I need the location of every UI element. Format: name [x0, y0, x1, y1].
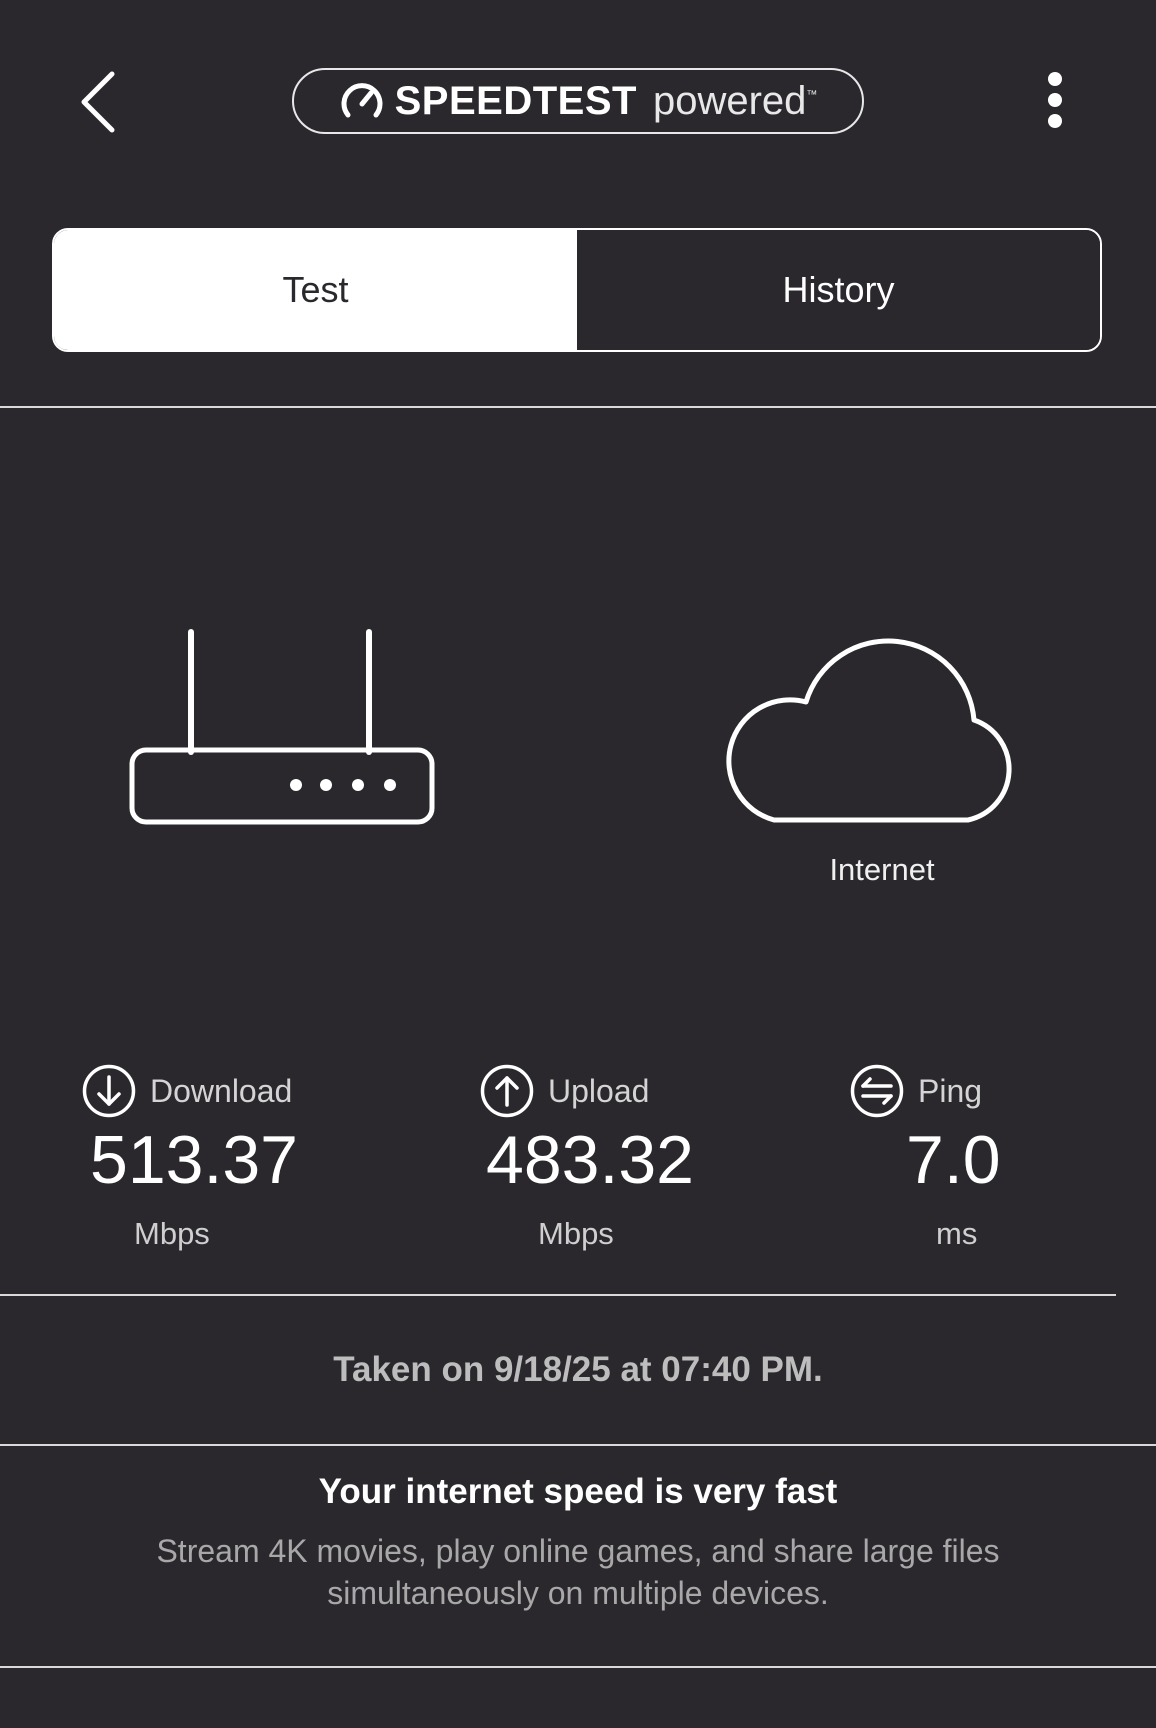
internet-label: Internet — [829, 852, 935, 887]
ping-icon — [850, 1064, 904, 1118]
brand-subtitle: powered™ — [653, 79, 817, 124]
chevron-left-icon — [72, 68, 128, 136]
more-vertical-icon-dot-1 — [1048, 72, 1062, 86]
upload-header: Upload — [480, 1064, 649, 1118]
ping-label: Ping — [918, 1072, 983, 1109]
tab-test[interactable]: Test — [54, 230, 577, 350]
ping-unit: ms — [936, 1216, 978, 1251]
upload-unit: Mbps — [538, 1216, 614, 1251]
speed-verdict-description: Stream 4K movies, play online games, and… — [156, 1533, 1000, 1611]
download-unit: Mbps — [134, 1216, 210, 1251]
download-label: Download — [150, 1072, 293, 1109]
tab-switcher: Test History — [52, 228, 1102, 352]
speed-gauge-icon — [339, 78, 385, 124]
ping-value: 7.0 — [906, 1122, 1001, 1198]
upload-label: Upload — [548, 1072, 650, 1109]
brand-sub-text: powered — [652, 78, 807, 123]
download-header: Download — [82, 1064, 292, 1118]
more-options-button[interactable] — [1038, 66, 1072, 134]
router-icon — [128, 628, 436, 828]
tab-history[interactable]: History — [577, 230, 1100, 350]
bottom-divider — [0, 1666, 1156, 1668]
download-arrow-icon — [82, 1064, 136, 1118]
download-value: 513.37 — [90, 1122, 298, 1198]
upload-arrow-icon — [480, 1064, 534, 1118]
test-timestamp: Taken on 9/18/25 at 07:40 PM. — [333, 1350, 823, 1389]
cloud-icon — [714, 624, 1028, 824]
header-divider — [0, 406, 1156, 408]
trademark-mark: ™ — [806, 88, 818, 101]
upload-value: 483.32 — [486, 1122, 694, 1198]
speedtest-logo: SPEEDTEST powered™ — [292, 68, 864, 134]
more-vertical-icon-dot-2 — [1048, 93, 1062, 107]
timestamp-divider — [0, 1444, 1156, 1446]
ping-header: Ping — [850, 1064, 982, 1118]
metrics-divider — [0, 1294, 1116, 1296]
back-button[interactable] — [72, 68, 128, 136]
brand-word: SPEEDTEST — [394, 78, 637, 123]
speed-verdict-title: Your internet speed is very fast — [318, 1472, 838, 1511]
more-vertical-icon-dot-3 — [1048, 114, 1062, 128]
